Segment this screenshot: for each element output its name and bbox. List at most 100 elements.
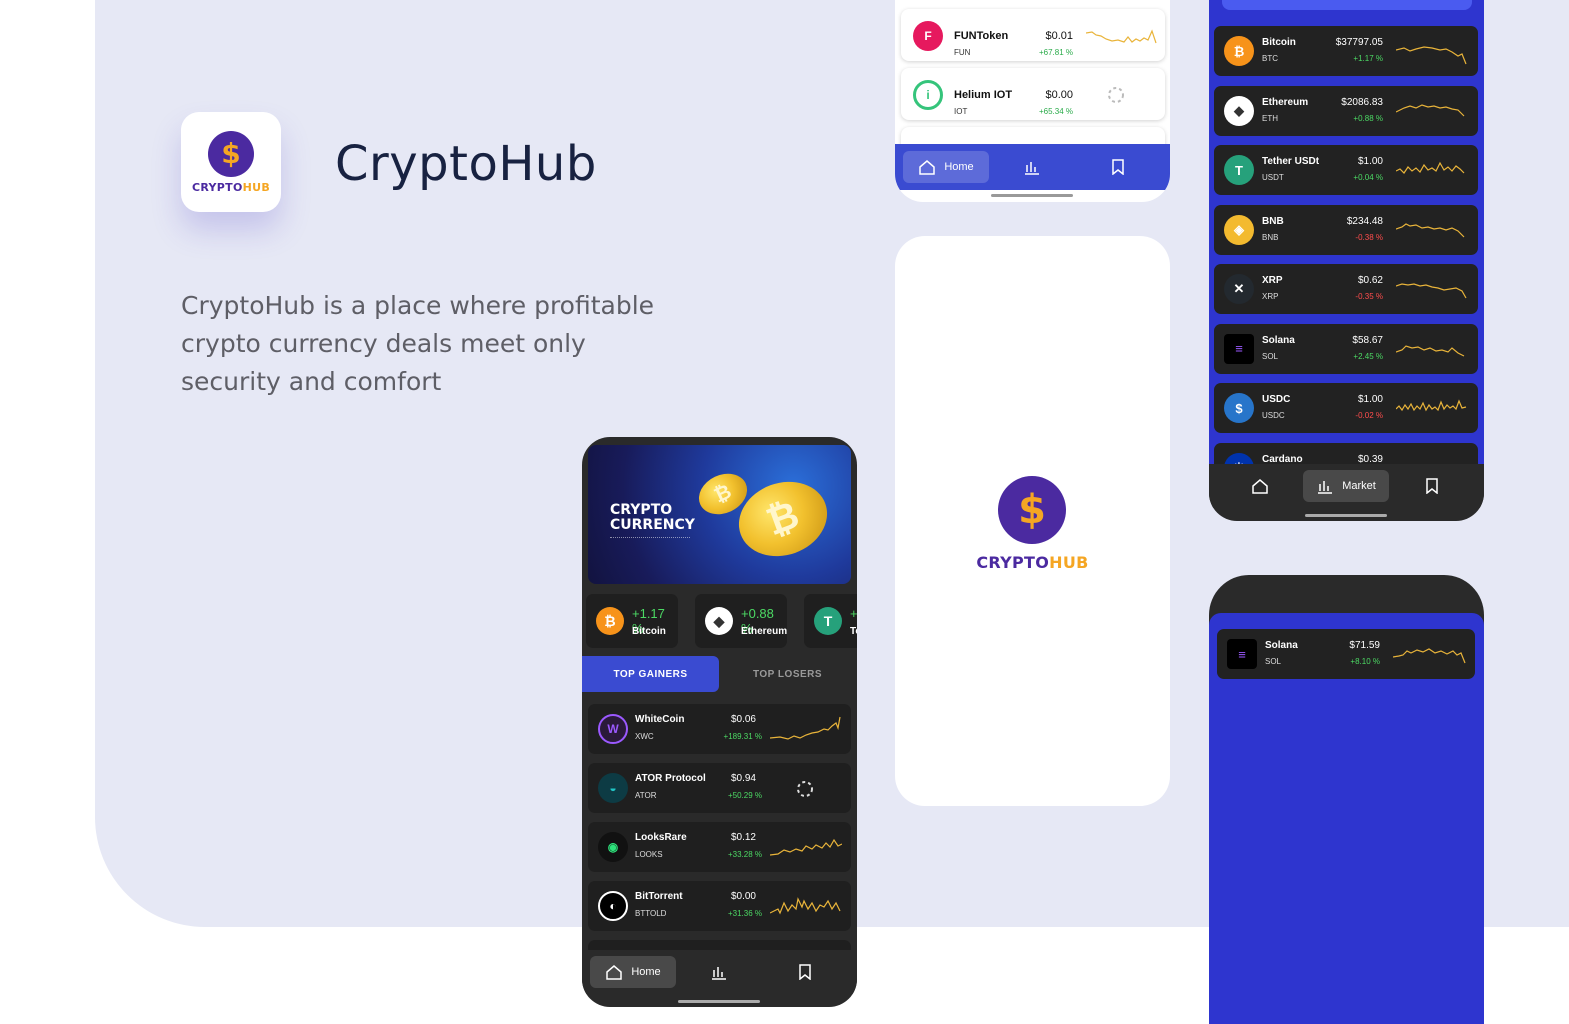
banner-line2: CURRENCY — [610, 517, 695, 533]
list-item[interactable]: ◈ BNB BNB $234.48 -0.38 % — [1214, 204, 1478, 255]
ethereum-icon: ◆ — [705, 607, 733, 635]
home-indicator — [1305, 514, 1387, 517]
coin-symbol: USDT — [1262, 173, 1284, 182]
tether-icon: T — [1224, 155, 1254, 185]
coin-change: -0.35 % — [1355, 292, 1383, 301]
watchlist-phone: ≡ Solana SOL $71.59 +8.10 % — [1209, 575, 1484, 1024]
list-item[interactable]: i Helium IOT IOT $0.00 +65.34 % — [901, 68, 1165, 120]
home-icon — [606, 965, 623, 980]
coin-price: $0.06 — [730, 714, 756, 725]
coin-symbol: LOOKS — [635, 850, 663, 859]
coin-symbol: XWC — [635, 732, 654, 741]
nav-market[interactable] — [989, 151, 1075, 183]
tab-top-gainers[interactable]: TOP GAINERS — [582, 656, 719, 692]
banner-line1: CRYPTO — [610, 502, 673, 518]
nav-home[interactable]: Home — [590, 956, 676, 988]
chart-icon — [1318, 481, 1333, 494]
coin-symbol: ATOR — [635, 791, 657, 800]
coin-price: $0.62 — [1357, 275, 1383, 286]
list-item[interactable]: ≡ Solana SOL $58.67 +2.45 % — [1214, 323, 1478, 374]
bottom-nav: Market — [1209, 464, 1484, 508]
chart-icon — [1025, 162, 1039, 175]
search-bar-edge[interactable] — [1222, 0, 1472, 10]
home-icon — [919, 160, 936, 175]
coin-price: $234.48 — [1346, 215, 1383, 227]
bottom-nav: Home — [582, 950, 857, 994]
promo-banner[interactable]: CRYPTO CURRENCY ₿ ₿ — [588, 445, 851, 584]
list-item[interactable]: ◆ Ethereum ETH $2086.83 +0.88 % — [1214, 85, 1478, 136]
coin-symbol: XRP — [1262, 292, 1279, 301]
nav-home[interactable]: Home — [903, 151, 989, 183]
list-item[interactable]: ₿ Bitcoin BTC $37797.05 +1.17 % — [1214, 26, 1478, 76]
home-indicator — [991, 194, 1073, 197]
banner-title: CRYPTO CURRENCY — [610, 503, 695, 533]
coin-symbol: USDC — [1262, 411, 1285, 420]
list-item[interactable]: ✕ XRP XRP $0.62 -0.35 % — [1214, 264, 1478, 314]
coin-price: $0.00 — [730, 891, 756, 902]
nav-watchlist[interactable] — [762, 956, 848, 988]
bookmark-icon — [1426, 478, 1438, 494]
bittorrent-icon: ◐ — [598, 891, 628, 921]
list-item[interactable]: ◒ ATOR Protocol ATOR $0.94 +50.29 % — [588, 763, 851, 813]
solana-icon: ≡ — [1224, 333, 1254, 364]
coin-name: Solana — [1265, 640, 1298, 651]
coin-price: $0.01 — [1045, 30, 1073, 42]
looksrare-icon: ◉ — [598, 832, 628, 862]
coin-change: -0.02 % — [1355, 411, 1383, 420]
coin-name: LooksRare — [635, 832, 687, 843]
coin-change: +0.04 % — [1353, 173, 1383, 182]
list-item[interactable]: ◐ BitTorrent BTTOLD $0.00 +31.36 % — [588, 881, 851, 931]
loading-spinner-icon — [797, 781, 813, 797]
list-item[interactable]: $ USDC USDC $1.00 -0.02 % — [1214, 383, 1478, 433]
hero-description: CryptoHub is a place where profitable cr… — [181, 291, 655, 396]
coin-name: FUNToken — [954, 30, 1009, 42]
sparkline — [1396, 283, 1467, 299]
nav-market[interactable]: Market — [1303, 470, 1389, 502]
bookmark-icon — [799, 964, 811, 980]
coin-price: $0.00 — [1045, 89, 1073, 101]
coin-change: +33.28 % — [727, 850, 762, 859]
banner-text-lines — [610, 537, 690, 551]
ticker-card[interactable]: ₿ +1.17 % Bitcoin — [586, 594, 678, 648]
nav-home-label: Home — [631, 966, 661, 978]
list-item[interactable]: ≡ Solana SOL $71.59 +8.10 % — [1217, 629, 1475, 679]
page: $ CRYPTOHUB CryptoHub CryptoHub is a pla… — [0, 0, 1569, 1024]
nav-home[interactable] — [1217, 470, 1303, 502]
coin-name: Bitcoin — [1262, 37, 1296, 48]
coin-change: +8.10 % — [1350, 657, 1380, 666]
coin-change: -0.38 % — [1355, 232, 1383, 242]
coin-symbol: FUN — [954, 48, 971, 57]
coin-change: +50.29 % — [727, 791, 762, 800]
coin-price: $2086.83 — [1341, 96, 1383, 108]
list-item[interactable]: ◉ LooksRare LOOKS $0.12 +33.28 % — [588, 822, 851, 872]
ticker-name: Te — [850, 626, 857, 637]
nav-home-label: Home — [944, 161, 974, 173]
bottom-nav: Home — [895, 144, 1170, 190]
brand-part1: CRYPTO — [976, 553, 1050, 572]
tether-icon: T — [814, 607, 842, 635]
list-item[interactable]: W WhiteCoin XWC $0.06 +189.31 % — [588, 704, 851, 754]
ticker-card[interactable]: T + Te — [804, 594, 857, 648]
tab-top-losers[interactable]: TOP LOSERS — [719, 656, 856, 692]
coin-name: BitTorrent — [635, 891, 683, 902]
coin-price: $1.00 — [1357, 394, 1383, 405]
splash-brand: CRYPTOHUB — [895, 553, 1170, 572]
nav-watchlist[interactable] — [1389, 470, 1475, 502]
ticker-card[interactable]: ◆ +0.88 % Ethereum — [695, 594, 787, 648]
sparkline — [1396, 161, 1465, 174]
ethereum-icon: ◆ — [1224, 95, 1254, 126]
xrp-icon: ✕ — [1224, 274, 1254, 304]
coin-name: XRP — [1262, 275, 1283, 286]
sparkline — [1396, 399, 1467, 412]
coin-change: +0.88 % — [1353, 113, 1383, 123]
app-icon-brand: CRYPTOHUB — [192, 181, 270, 194]
list-item[interactable]: F FUNToken FUN $0.01 +67.81 % — [901, 9, 1165, 61]
nav-market[interactable] — [676, 956, 762, 988]
sparkline — [1086, 29, 1157, 44]
funtoken-icon: F — [913, 21, 943, 51]
usdc-icon: $ — [1224, 393, 1254, 423]
dollar-coin-icon: $ — [208, 130, 254, 177]
nav-watchlist[interactable] — [1075, 151, 1161, 183]
list-item[interactable]: T Tether USDt USDT $1.00 +0.04 % — [1214, 145, 1478, 195]
sparkline — [1396, 344, 1465, 357]
